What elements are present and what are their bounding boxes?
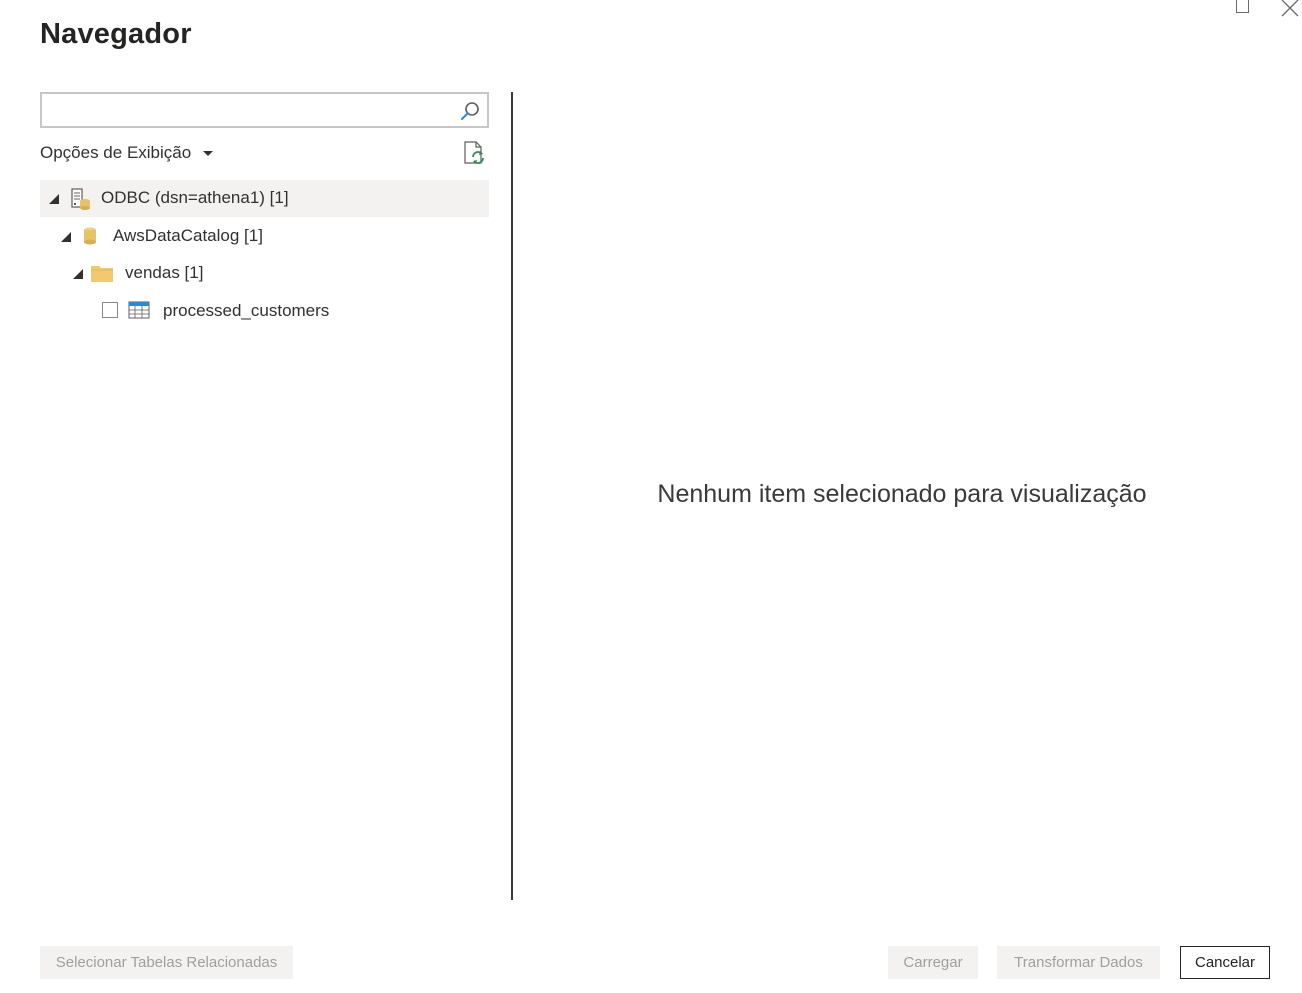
pane-splitter[interactable] [511,92,513,900]
transform-data-button[interactable]: Transformar Dados [997,946,1160,979]
server-database-icon [71,188,90,210]
search-input[interactable] [48,98,452,124]
chevron-down-icon [203,150,214,156]
close-icon [1281,0,1299,17]
tree-item-awsdatacatalog[interactable]: AwsDataCatalog [1] [40,218,489,255]
tree-item-label: processed_customers [163,301,330,320]
refresh-icon[interactable] [462,140,488,166]
tree-item-label: AwsDataCatalog [1] [113,226,263,245]
load-button[interactable]: Carregar [888,946,978,979]
page-title: Navegador [40,18,192,50]
tree-item-odbc[interactable]: ODBC (dsn=athena1) [1] [40,180,489,217]
search-icon[interactable] [459,100,481,122]
expand-triangle-icon[interactable] [73,269,83,279]
tree-item-label: ODBC (dsn=athena1) [1] [101,188,289,207]
tree-item-processed-customers[interactable]: processed_customers [40,293,489,330]
search-box[interactable] [40,92,489,128]
close-button[interactable] [1278,0,1302,18]
maximize-button[interactable] [1230,0,1256,18]
tree-item-label: vendas [1] [125,263,204,282]
display-options-dropdown[interactable]: Opções de Exibição [40,142,214,164]
cancel-button[interactable]: Cancelar [1180,946,1270,979]
table-icon [128,301,150,319]
preview-empty-message: Nenhum item selecionado para visualizaçã… [657,480,1147,508]
tree-item-vendas[interactable]: vendas [1] [40,255,489,292]
expand-triangle-icon[interactable] [49,194,59,204]
navigator-dialog: Navegador Opções de Exibição ODBC (dsn=a [0,0,1302,993]
table-checkbox[interactable] [102,302,118,318]
folder-icon [91,266,113,282]
expand-triangle-icon[interactable] [61,232,71,242]
display-options-label: Opções de Exibição [40,143,192,162]
maximize-icon [1236,0,1249,13]
select-related-tables-button[interactable]: Selecionar Tabelas Relacionadas [40,946,293,979]
database-cylinder-icon [84,227,96,245]
